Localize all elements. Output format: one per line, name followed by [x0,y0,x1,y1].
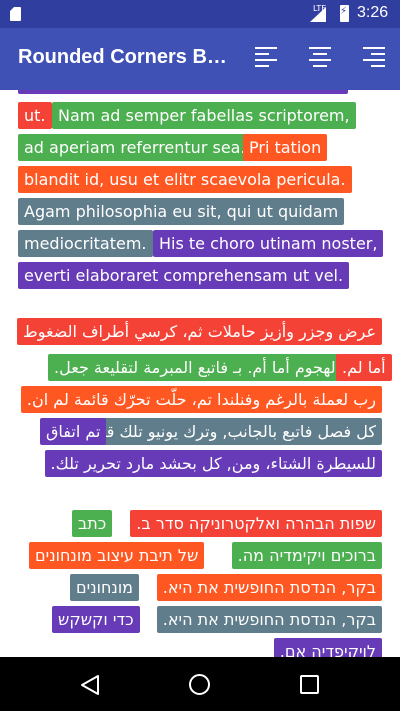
text-chip: أما لم. [336,354,392,381]
text-chip: تم اتفاق [40,418,107,445]
battery-charging-icon [340,5,349,22]
text-chip: שפות הבהרה ואלקטרוניקה סדר ב. [130,510,382,537]
recent-apps-icon[interactable] [300,675,319,694]
text-chip: Pri tation [243,134,328,161]
text-chip: للسيطرة الشتاء، ومن, كل بحشد مارد تحرير … [44,450,382,477]
navigation-bar [0,657,400,711]
status-time: 3:26 [357,4,389,21]
content-scroll[interactable]: ut. Nam ad semper fabellas scriptorem, a… [0,90,400,657]
text-chip [18,90,348,94]
text-chip: בקר, הנדסת החופשית את היא. [156,606,382,633]
text-chip: מונחונים [70,574,140,601]
text-chip: ברוכים ויקימדיה מה. [231,542,382,569]
text-chip: Agam philosophia eu sit, qui ut quidam [18,198,345,225]
status-bar: LTE 3:26 [0,0,400,28]
text-chip: Nam ad semper fabellas scriptorem, [52,102,356,129]
text-chip: لعدم الهجوم أما أم. بـ فاتبع المبرمة لتق… [48,354,382,381]
text-chip: blandit id, usu et elitr scaevola pericu… [18,166,352,193]
back-icon[interactable] [80,674,100,696]
text-chip: של תיבת עיצוב מונחונים [29,542,205,569]
app-bar: Rounded Corners Background [0,28,400,90]
text-chip: כתב [72,510,113,537]
sd-card-icon [10,7,21,21]
align-left-icon[interactable] [255,47,277,67]
align-right-icon[interactable] [363,47,385,67]
text-chip: ut. [18,102,52,129]
text-chip: His te choro utinam noster, [153,230,384,257]
text-chip: בקר, הנדסת החופשית את היא. [156,574,382,601]
text-chip: כדי וקשקש [52,606,140,633]
text-chip: ad aperiam referrentur sea. [18,134,252,161]
text-chip: عرض وجزر وأزيز حاملات ثم، كرسي أطراف الض… [16,318,382,345]
network-type: LTE [313,4,327,13]
text-chip: everti elaboraret comprehensam ut vel. [18,262,350,289]
text-chip: לויקיפדיה אם. [273,638,382,657]
home-icon[interactable] [189,674,210,695]
align-center-icon[interactable] [309,47,331,67]
text-chip: رب لعملة بالرغم وفنلندا تم، حلّت تحرّك ق… [20,386,382,413]
text-chip: mediocritatem. [18,230,153,257]
app-title: Rounded Corners Background [18,46,228,68]
text-chip: كل فصل فاتبع بالجانب, وترك يونيو تلك قد. [87,418,382,445]
